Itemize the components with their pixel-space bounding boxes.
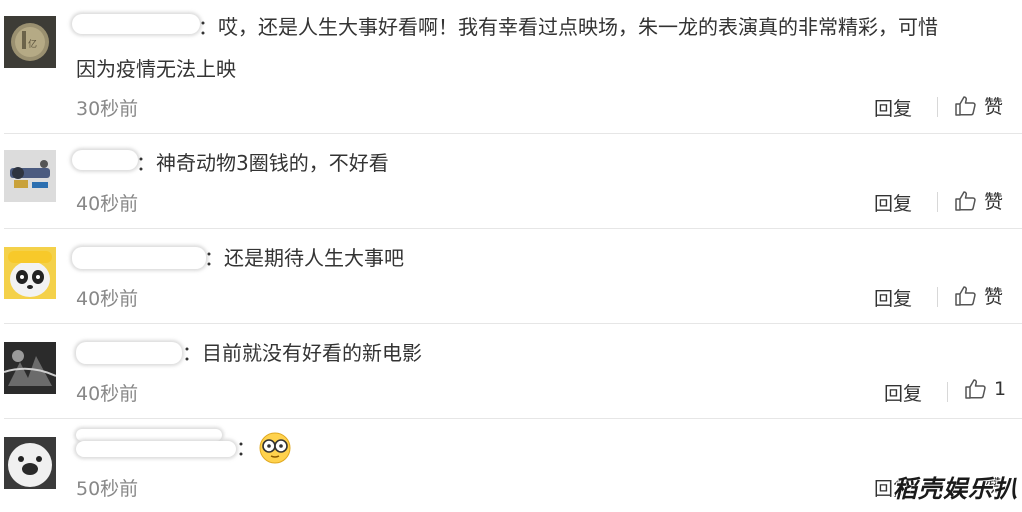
redacted-username — [76, 429, 222, 441]
like-label: 赞 — [984, 286, 1004, 308]
emoji-sticker — [258, 431, 292, 465]
comment-time: 40秒前 — [76, 383, 139, 405]
avatar[interactable] — [4, 437, 56, 489]
comment-time: 50秒前 — [76, 478, 139, 500]
like-label: 赞 — [984, 96, 1004, 118]
comment-item: 亿 ：哎，还是人生大事好看啊！我有幸看过点映场，朱一龙的表演真的非常精彩，可惜 … — [0, 0, 1022, 134]
thumbs-up-icon — [955, 190, 976, 211]
dog-avatar-image — [4, 437, 56, 489]
thumbs-up-icon — [955, 285, 976, 306]
watermark: 稻壳娱乐扒 — [893, 475, 1018, 503]
redacted-username — [72, 14, 200, 34]
like-button[interactable]: 赞 — [954, 282, 1003, 309]
comment-text: ： — [236, 436, 256, 460]
comment-item: ：目前就没有好看的新电影 40秒前 回复 1 — [0, 324, 1022, 419]
redacted-username — [72, 150, 138, 170]
reply-button[interactable]: 回复 — [884, 379, 922, 406]
mono-avatar-image — [4, 342, 56, 394]
avatar[interactable] — [4, 247, 56, 299]
like-button[interactable]: 赞 — [954, 92, 1003, 119]
comment-text-line2: 因为疫情无法上映 — [76, 57, 236, 81]
like-count: 1 — [994, 378, 1007, 400]
action-separator — [937, 287, 938, 307]
action-separator — [947, 382, 948, 402]
reply-button[interactable]: 回复 — [874, 189, 912, 216]
comment-text: ：目前就没有好看的新电影 — [182, 341, 422, 365]
avatar[interactable] — [4, 150, 56, 202]
svg-text:亿: 亿 — [28, 38, 37, 50]
gear-avatar-image — [4, 150, 56, 202]
comment-text: ：神奇动物3圈钱的，不好看 — [136, 151, 389, 175]
action-separator — [937, 192, 938, 212]
avatar[interactable]: 亿 — [4, 16, 56, 68]
redacted-username — [76, 342, 182, 364]
reply-button[interactable]: 回复 — [874, 94, 912, 121]
panda-avatar-image — [4, 247, 56, 299]
comment-item: ： 50秒前 回复 赞 — [0, 419, 1022, 512]
like-button[interactable]: 赞 — [954, 187, 1003, 214]
avatar[interactable] — [4, 342, 56, 394]
redacted-username — [76, 441, 236, 457]
thumbs-up-icon — [965, 379, 986, 399]
reply-button[interactable]: 回复 — [874, 284, 912, 311]
comment-text-line1: ：哎，还是人生大事好看啊！我有幸看过点映场，朱一龙的表演真的非常精彩，可惜 — [198, 15, 938, 39]
comment-time: 40秒前 — [76, 193, 139, 215]
comment-item: ：神奇动物3圈钱的，不好看 40秒前 回复 赞 — [0, 134, 1022, 229]
comment-time: 40秒前 — [76, 288, 139, 310]
comment-text: ：还是期待人生大事吧 — [204, 246, 404, 270]
comment-time: 30秒前 — [76, 98, 139, 120]
action-separator — [937, 97, 938, 117]
like-button[interactable]: 1 — [964, 377, 1006, 401]
glasses-emoji-icon — [259, 432, 291, 464]
comment-item: ：还是期待人生大事吧 40秒前 回复 赞 — [0, 229, 1022, 324]
redacted-username — [72, 247, 206, 269]
like-label: 赞 — [984, 191, 1004, 213]
thumbs-up-icon — [955, 95, 976, 116]
coin-avatar-image: 亿 — [4, 16, 56, 68]
